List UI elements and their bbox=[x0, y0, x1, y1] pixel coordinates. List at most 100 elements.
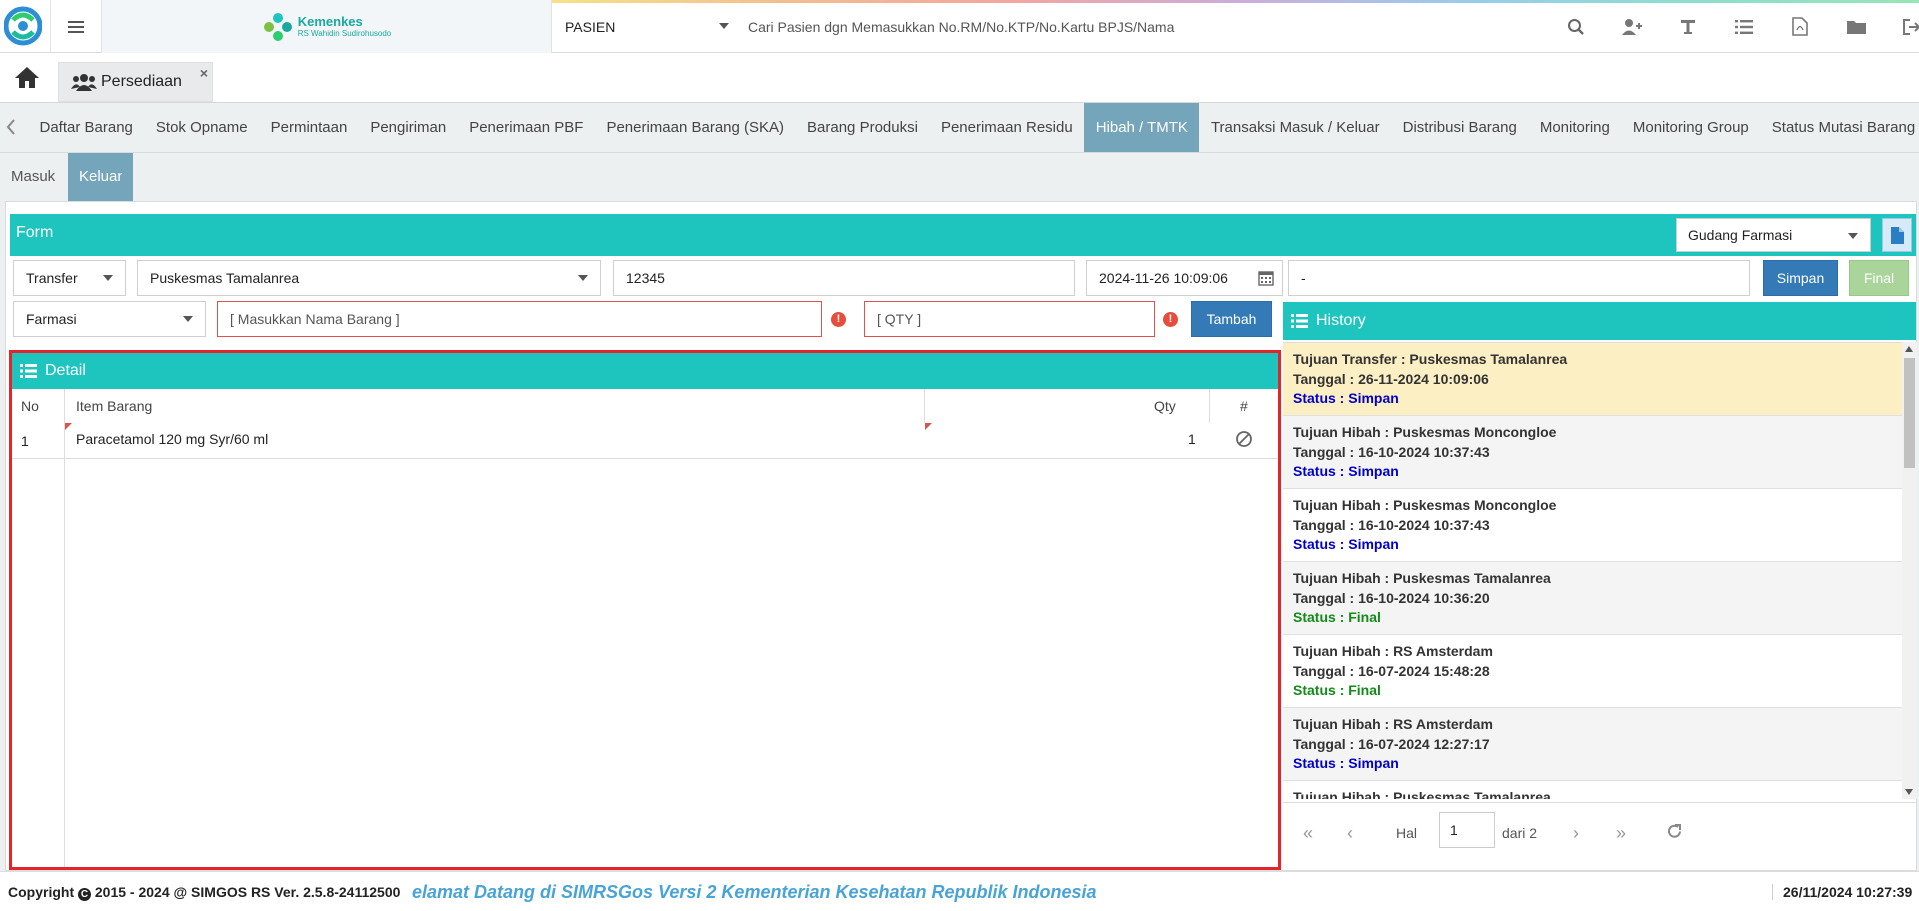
tab-masuk[interactable]: Masuk bbox=[0, 153, 66, 201]
nav-item[interactable]: Daftar Barang bbox=[28, 103, 144, 152]
history-header: History bbox=[1283, 302, 1916, 340]
history-tanggal: Tanggal : 16-07-2024 15:48:28 bbox=[1293, 662, 1490, 679]
copyright-label: Copyright bbox=[8, 884, 75, 900]
nama-barang-input[interactable]: [ Masukkan Nama Barang ] bbox=[217, 301, 822, 337]
next-page-icon[interactable]: › bbox=[1573, 823, 1579, 844]
kategori-select[interactable]: Farmasi bbox=[13, 301, 206, 337]
chevron-down-icon bbox=[1848, 233, 1858, 239]
top-toolbar bbox=[1548, 0, 1919, 53]
kemenkes-logo-icon bbox=[263, 12, 292, 41]
page-input[interactable]: 1 bbox=[1439, 812, 1495, 848]
history-item[interactable]: Tujuan Hibah : Puskesmas TamalanreaTangg… bbox=[1283, 562, 1902, 635]
document-icon bbox=[1891, 226, 1904, 244]
history-item[interactable]: Tujuan Hibah : Puskesmas Moncongloe Tangg… bbox=[1283, 489, 1902, 562]
nomor-input[interactable]: 12345 bbox=[613, 260, 1075, 296]
tambah-button[interactable]: Tambah bbox=[1191, 301, 1272, 337]
history-item[interactable]: Tujuan Transfer : Puskesmas Tamalanrea Ta… bbox=[1283, 343, 1902, 416]
history-tanggal: Tanggal : 16-07-2024 12:27:17 bbox=[1293, 735, 1490, 752]
table-row[interactable]: 1 Paracetamol 120 mg Syr/60 ml 1 bbox=[12, 423, 1278, 459]
history-item[interactable]: Tujuan Hibah : RS Amsterdam Tanggal : 16-… bbox=[1283, 635, 1902, 708]
logout-icon[interactable] bbox=[1884, 18, 1919, 35]
hamburger-menu-button[interactable] bbox=[50, 0, 102, 53]
nav-item[interactable]: Monitoring Group bbox=[1621, 103, 1760, 152]
jenis-value: Transfer bbox=[26, 270, 78, 286]
new-document-button[interactable] bbox=[1882, 218, 1912, 252]
scroll-up-icon[interactable] bbox=[1905, 346, 1913, 352]
final-button[interactable]: Final bbox=[1849, 260, 1909, 296]
module-nav-list: Daftar Barang Stok Opname Permintaan Pengir… bbox=[28, 103, 1919, 152]
patient-type-select[interactable]: PASIEN bbox=[551, 0, 737, 53]
nav-item[interactable]: Penerimaan Barang (SKA) bbox=[595, 103, 796, 152]
dirty-marker bbox=[65, 423, 72, 430]
folder-icon[interactable] bbox=[1828, 19, 1884, 35]
nav-item[interactable]: Stok Opname bbox=[144, 103, 259, 152]
add-user-icon[interactable] bbox=[1604, 18, 1660, 36]
history-status: Status : Simpan bbox=[1293, 463, 1399, 479]
patient-search-input[interactable]: Cari Pasien dgn Memasukkan No.RM/No.KTP/… bbox=[748, 15, 1548, 39]
jenis-select[interactable]: Transfer bbox=[13, 260, 126, 296]
detail-panel: Detail No Item Barang Qty # 1 Paracetamo… bbox=[9, 350, 1281, 870]
calendar-icon[interactable] bbox=[1258, 270, 1274, 286]
prev-page-icon[interactable]: ‹ bbox=[1347, 823, 1353, 844]
nav-item[interactable]: Barang Produksi bbox=[796, 103, 930, 152]
refresh-icon[interactable] bbox=[1666, 823, 1683, 840]
close-icon[interactable]: × bbox=[200, 65, 208, 81]
text-icon[interactable] bbox=[1660, 18, 1716, 36]
history-tujuan: Tujuan Hibah : Puskesmas Moncongloe bbox=[1293, 497, 1557, 513]
form-header: Form Gudang Farmasi bbox=[10, 214, 1916, 256]
tanggal-input[interactable]: 2024-11-26 10:09:06 bbox=[1086, 260, 1283, 296]
error-icon: ! bbox=[831, 312, 846, 327]
nav-item[interactable]: Penerimaan Residu bbox=[929, 103, 1084, 152]
keterangan-input[interactable]: - bbox=[1288, 260, 1750, 296]
module-nav: Daftar Barang Stok Opname Permintaan Pengir… bbox=[0, 103, 1919, 153]
row-no: 1 bbox=[21, 433, 29, 449]
cancel-icon[interactable] bbox=[1235, 430, 1253, 448]
chevron-down-icon bbox=[719, 23, 729, 29]
history-status: Status : Final bbox=[1293, 682, 1381, 698]
nav-item[interactable]: Transaksi Masuk / Keluar bbox=[1199, 103, 1391, 152]
nav-item[interactable]: Distribusi Barang bbox=[1391, 103, 1528, 152]
history-scrollbar[interactable] bbox=[1902, 342, 1917, 799]
history-status: Status : Final bbox=[1293, 609, 1381, 625]
simpan-button[interactable]: Simpan bbox=[1763, 260, 1838, 296]
scroll-down-icon[interactable] bbox=[1905, 789, 1913, 795]
last-page-icon[interactable]: » bbox=[1616, 823, 1626, 844]
history-list: Tujuan Transfer : Puskesmas Tamalanrea Ta… bbox=[1283, 342, 1902, 799]
history-tujuan: Tujuan Hibah : RS Amsterdam bbox=[1293, 716, 1493, 732]
row-item[interactable]: Paracetamol 120 mg Syr/60 ml bbox=[76, 431, 268, 447]
nav-item[interactable]: Permintaan bbox=[259, 103, 359, 152]
welcome-marquee: elamat Datang di SIMRSGos Versi 2 Kement… bbox=[412, 882, 1097, 902]
home-icon[interactable] bbox=[14, 65, 40, 89]
history-item[interactable]: Tujuan Hibah : Puskesmas Moncongloe Tangg… bbox=[1283, 416, 1902, 489]
detail-title: Detail bbox=[45, 362, 86, 379]
tujuan-select[interactable]: Puskesmas Tamalanrea bbox=[137, 260, 601, 296]
scroll-thumb[interactable] bbox=[1904, 358, 1915, 468]
dirty-marker bbox=[925, 423, 932, 430]
nav-item[interactable]: Status Mutasi Barang bbox=[1760, 103, 1919, 152]
history-item[interactable]: Tujuan Hibah : RS Amsterdam Tanggal : 16-… bbox=[1283, 708, 1902, 781]
list-icon[interactable] bbox=[1716, 19, 1772, 35]
brand-logo: Kemenkes RS Wahidin Sudirohusodo bbox=[102, 0, 552, 53]
history-item[interactable]: Tujuan Hibah : Puskesmas TamalanreaTangg… bbox=[1283, 781, 1902, 799]
history-tujuan: Tujuan Hibah : Puskesmas Moncongloe bbox=[1293, 424, 1557, 440]
search-icon[interactable] bbox=[1548, 18, 1604, 36]
nav-item[interactable]: Hibah / TMTK bbox=[1084, 103, 1200, 152]
row-qty[interactable]: 1 bbox=[1188, 431, 1196, 447]
gudang-select[interactable]: Gudang Farmasi bbox=[1676, 218, 1871, 252]
first-page-icon[interactable]: « bbox=[1303, 823, 1313, 844]
history-status: Status : Simpan bbox=[1293, 755, 1399, 771]
nav-item[interactable]: Penerimaan PBF bbox=[458, 103, 595, 152]
top-bar: Kemenkes RS Wahidin Sudirohusodo PASIEN … bbox=[0, 0, 1919, 53]
list-icon bbox=[20, 364, 37, 378]
hal-label: Hal bbox=[1396, 825, 1418, 841]
chevron-left-icon[interactable] bbox=[6, 119, 16, 135]
tab-persediaan[interactable]: Persediaan × bbox=[58, 62, 213, 102]
pdf-icon[interactable] bbox=[1772, 17, 1828, 36]
page-count: dari 2 bbox=[1502, 825, 1538, 841]
tab-persediaan-label: Persediaan bbox=[101, 73, 182, 90]
tab-keluar[interactable]: Keluar bbox=[68, 153, 134, 201]
nav-item[interactable]: Monitoring bbox=[1528, 103, 1621, 152]
nav-item[interactable]: Pengiriman bbox=[359, 103, 458, 152]
qty-input[interactable]: [ QTY ] bbox=[864, 301, 1155, 337]
app-logo[interactable] bbox=[4, 6, 42, 46]
